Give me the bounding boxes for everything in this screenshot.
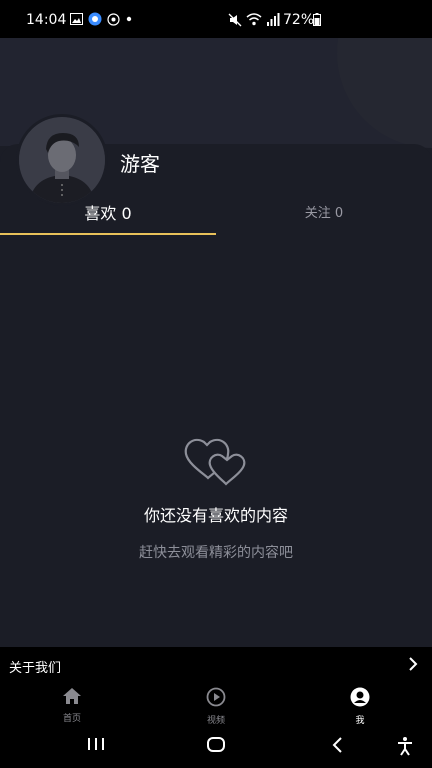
hearts-icon xyxy=(184,436,248,494)
location-icon xyxy=(107,12,120,26)
notification-icons xyxy=(70,12,133,26)
nav-home[interactable]: 首页 xyxy=(32,687,112,724)
dot-icon xyxy=(125,15,133,23)
system-nav-bar xyxy=(0,728,432,768)
about-us-label: 关于我们 xyxy=(9,661,62,676)
battery-level: 72% xyxy=(283,12,315,28)
user-icon xyxy=(350,687,370,707)
nav-me[interactable]: 我 xyxy=(320,687,400,726)
empty-subtitle: 赶快去观看精彩的内容吧 xyxy=(139,545,293,561)
tab-likes[interactable]: 喜欢 0 xyxy=(0,194,216,234)
status-time: 14:04 xyxy=(26,12,67,28)
profile-tabs: 喜欢 0 关注 0 xyxy=(0,194,432,235)
about-us-row[interactable]: 关于我们 xyxy=(0,647,432,683)
browser-icon xyxy=(88,12,102,26)
empty-title: 你还没有喜欢的内容 xyxy=(143,506,288,525)
status-bar: 14:04 72% xyxy=(0,0,432,38)
profile-screen: 游客 喜欢 0 关注 0 你还没有喜欢的内容 赶快去观看精彩的内容吧 xyxy=(0,38,432,647)
default-avatar-icon xyxy=(19,117,105,203)
home-button-icon[interactable] xyxy=(206,736,226,758)
username: 游客 xyxy=(120,152,160,176)
nav-video-label: 视频 xyxy=(206,716,225,726)
play-circle-icon xyxy=(206,687,226,707)
mute-icon xyxy=(228,13,242,27)
back-icon[interactable] xyxy=(330,736,344,758)
tab-active-indicator xyxy=(0,233,216,235)
recent-apps-icon[interactable] xyxy=(86,736,106,756)
home-icon xyxy=(62,687,82,705)
nav-video[interactable]: 视频 xyxy=(176,687,256,726)
nav-home-label: 首页 xyxy=(62,714,81,724)
accessibility-icon[interactable] xyxy=(396,736,414,760)
tab-following[interactable]: 关注 0 xyxy=(216,194,432,234)
battery-icon xyxy=(313,13,321,26)
nav-me-label: 我 xyxy=(355,716,365,726)
chevron-right-icon xyxy=(408,657,418,671)
image-icon xyxy=(70,13,83,25)
avatar[interactable] xyxy=(16,114,108,206)
wifi-icon xyxy=(246,13,262,26)
signal-icon xyxy=(266,13,280,26)
bottom-nav: 首页 视频 我 xyxy=(0,683,432,728)
